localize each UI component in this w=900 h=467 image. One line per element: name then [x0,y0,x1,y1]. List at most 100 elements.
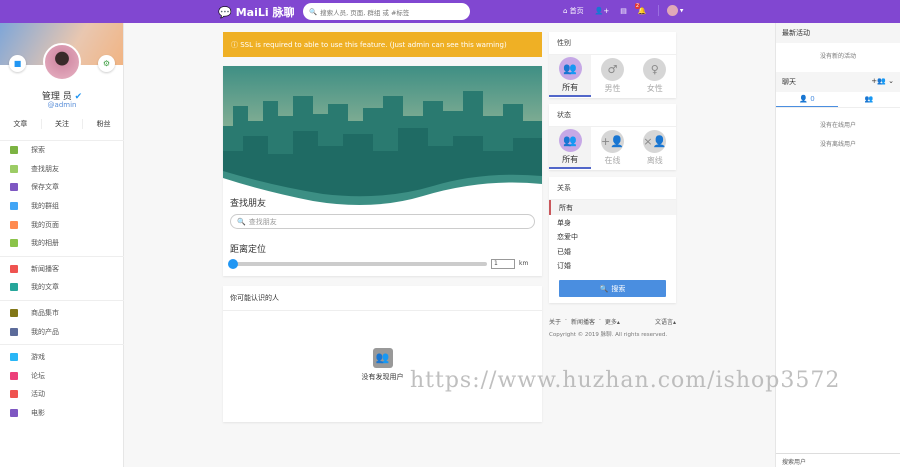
sidebar-item[interactable]: 我的文章 [0,278,124,297]
menu-icon [10,220,18,229]
status-offline[interactable]: ×👤 离线 [634,127,676,169]
home-link[interactable]: ⌂ 首页 [563,6,584,16]
chat-icon[interactable]: ■ [9,55,26,72]
menu-icon [10,409,18,418]
menu-divider [0,343,124,345]
sidebar-item-label: 查找朋友 [31,164,59,173]
sidebar-item[interactable]: 我的相册 [0,234,124,253]
sidebar-item-label: 保存文章 [31,183,59,192]
left-sidebar: ■ ⚙ 管理 员 ✔ @admin 文章 关注 粉丝 探索 查找朋友 保存文章 我的群… [0,23,124,467]
sidebar-item[interactable]: 游戏 [0,348,124,367]
distance-title: 距离定位 [230,245,267,255]
stat-followers[interactable]: 粉丝 [83,119,124,129]
find-friends-card: 查找朋友 🔍 查找朋友 距离定位 1 km [223,66,542,276]
users-icon: 👥 [864,95,874,103]
copyright: Copyright © 2019 脉聊. All rights reserved… [549,332,668,338]
slider-handle[interactable] [228,259,238,269]
sidebar-item-label: 我的产品 [31,327,59,336]
menu-icon [10,146,18,155]
sidebar-item[interactable]: 论坛 [0,367,124,386]
sidebar-item[interactable]: 查找朋友 [0,160,124,179]
sidebar-item[interactable]: 我的群组 [0,197,124,216]
relation-engaged[interactable]: 订婚 [549,258,676,273]
status-online[interactable]: +👤 在线 [591,127,633,169]
relationship-filter: 关系 所有 单身 恋爱中 已婚 订婚 🔍 搜索 [549,177,676,303]
profile-avatar[interactable] [43,43,81,81]
chat-header: 聊天 +👥 ⌄ [776,72,900,92]
add-group-icon[interactable]: +👥 [871,77,886,85]
search-users-input[interactable]: 搜索用户 [776,453,900,467]
menu-divider [0,255,124,257]
no-offline-users: 没有离线用户 [819,141,856,148]
sidebar-item[interactable]: 探索 [0,141,124,160]
status-filter: 状态 👥 所有 +👤 在线 ×👤 离线 [549,104,676,170]
messages-icon[interactable]: ▤ [620,7,627,15]
footer-news[interactable]: 新闻播客 [571,317,595,326]
menu-icon [10,309,18,318]
sidebar-item[interactable]: 电影 [0,404,124,423]
menu-divider [0,299,124,301]
status-all[interactable]: 👥 所有 [549,127,592,169]
friend-search-input[interactable]: 🔍 查找朋友 [230,214,535,229]
friend-requests-icon[interactable]: 👤+ [595,7,610,15]
tab-offline[interactable]: 👥 [838,92,900,107]
search-button[interactable]: 🔍 搜索 [559,280,666,297]
search-input[interactable]: 🔍 搜索人员, 页面, 群组 或 #标签 [303,3,470,20]
male-icon: ♂ [600,58,624,81]
notifications-icon[interactable]: 🔔 2 [634,2,647,15]
menu-icon [10,353,18,362]
users-icon: 👥 [372,348,393,368]
sidebar-item[interactable]: 我的页面 [0,215,124,234]
relation-all[interactable]: 所有 [549,200,676,215]
gender-all[interactable]: 👥 所有 [549,55,592,97]
user-menu[interactable]: ▾ [657,5,683,16]
menu-icon [10,371,18,380]
wechat-icon: 💬 [218,5,232,19]
sidebar-item[interactable]: 保存文章 [0,178,124,197]
footer-links: 关于 · 新闻播客 · 更多▴ 文语言▴ [549,317,676,326]
sidebar-item-label: 探索 [31,146,45,155]
sidebar-item[interactable]: 我的产品 [0,322,124,341]
distance-input[interactable]: 1 [491,259,515,269]
settings-icon[interactable]: ⚙ [98,55,115,72]
stat-following[interactable]: 关注 [42,119,84,129]
sidebar-item[interactable]: 商品集市 [0,304,124,323]
footer-more[interactable]: 更多▴ [605,317,620,326]
female-icon: ♀ [643,58,667,81]
search-icon: 🔍 [599,284,609,293]
relation-in-relationship[interactable]: 恋爱中 [549,229,676,244]
relation-married[interactable]: 已婚 [549,244,676,259]
logo[interactable]: 💬 MaiLi 脉聊 [218,4,294,20]
suggestions-card: 你可能认识的人 👥 没有发现用户 [223,286,542,422]
stat-articles[interactable]: 文章 [0,119,42,129]
relationship-title: 关系 [549,177,676,200]
menu-icon [10,239,18,248]
gender-male[interactable]: ♂ 男性 [591,55,633,97]
watermark: https://www.huzhan.com/ishop3572 [410,368,841,393]
sidebar-item[interactable]: 新闻播客 [0,260,124,279]
sidebar-item-label: 我的群组 [31,202,59,211]
footer-about[interactable]: 关于 [549,317,561,326]
sidebar-menu: 探索查找朋友保存文章我的群组我的页面我的相册新闻播客我的文章商品集市我的产品游戏… [0,140,124,422]
ssl-warning: ⓘ SSL is required to able to use this fe… [223,32,542,57]
search-icon: 🔍 [309,7,318,16]
sidebar-item-label: 我的文章 [31,283,59,292]
menu-icon [10,202,18,211]
relation-single[interactable]: 单身 [549,215,676,230]
profile-handle[interactable]: @admin [0,101,124,109]
sidebar-item-label: 电影 [31,409,45,418]
chevron-down-icon[interactable]: ⌄ [888,77,894,85]
distance-slider[interactable] [228,259,487,269]
sidebar-item-label: 论坛 [31,371,45,380]
no-online-users: 没有在线用户 [819,122,856,129]
activity-title: 最新活动 [776,23,900,43]
gender-female[interactable]: ♀ 女性 [634,55,676,97]
activity-empty: 没有新的活动 [819,53,856,60]
tab-online[interactable]: 👤 0 [776,92,838,107]
sidebar-item-label: 我的页面 [31,220,59,229]
footer-language[interactable]: 文语言▴ [655,317,676,326]
suggestions-title: 你可能认识的人 [223,286,542,311]
sidebar-item[interactable]: 活动 [0,385,124,404]
sidebar-item-label: 新闻播客 [31,264,59,273]
menu-icon [10,283,18,292]
